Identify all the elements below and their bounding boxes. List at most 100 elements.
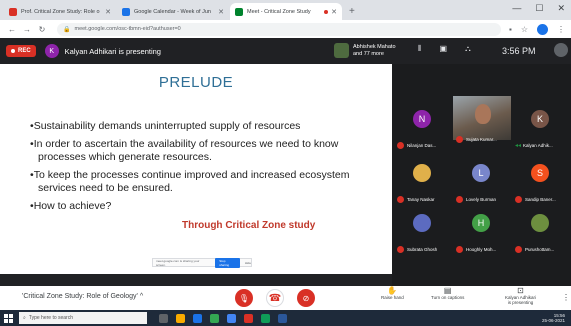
muted-mic-icon [397, 142, 404, 149]
presenting-label-2: is presenting [507, 300, 534, 305]
stage-background [0, 274, 392, 286]
file-explorer-icon[interactable] [176, 313, 185, 323]
address-bar-row: ← → ↻ 🔒 meet.google.com/osc-tbmn-eid?aut… [0, 20, 571, 38]
camera-off-button[interactable]: ⊘ [297, 289, 315, 307]
meeting-controls-bar: 'Critical Zone Study: Role of Geology' ^… [0, 286, 571, 310]
camera-indicator-icon[interactable]: ▪ [509, 25, 512, 34]
chrome-icon[interactable] [227, 313, 236, 323]
hand-icon: ✋ [387, 286, 398, 295]
participant-tile[interactable]: S Sandip Baner... [512, 156, 570, 206]
participant-avatar: S [531, 164, 549, 182]
minimize-button[interactable]: — [512, 3, 521, 14]
participant-tile-video[interactable]: Sujata Kumar... [453, 96, 511, 146]
people-icon[interactable]: ⛬ [465, 44, 471, 54]
windows-taskbar: ⌕ Type here to search 15:56 25-06-2021 [0, 310, 571, 326]
screen-share-notice: meet.google.com is sharing your screen. … [152, 257, 252, 268]
mic-off-button[interactable]: 🎙 [235, 289, 253, 307]
presenting-button[interactable]: ⊡ Kalyan Adhikari is presenting [505, 286, 536, 306]
lock-icon: 🔒 [63, 26, 71, 33]
share-notice-text: meet.google.com is sharing your screen. [156, 258, 200, 267]
close-tab-icon[interactable]: ✕ [331, 8, 337, 16]
muted-mic-icon [397, 246, 404, 253]
store-icon[interactable] [210, 313, 219, 323]
url-input[interactable]: 🔒 meet.google.com/osc-tbmn-eid?authuser=… [57, 22, 501, 36]
browser-tab-active[interactable]: Meet - Critical Zone Study ✕ [230, 3, 342, 20]
participant-tile[interactable]: Subrata Ghosh [394, 206, 452, 256]
participant-name: Kalyan Adhik... [523, 143, 553, 148]
muted-mic-icon [397, 196, 404, 203]
windows-start-icon[interactable] [4, 313, 13, 323]
reload-icon[interactable]: ↻ [36, 25, 48, 34]
present-icon: ⊡ [517, 286, 524, 295]
participant-tile[interactable]: L Lovely Burman [453, 156, 511, 206]
browser-tab[interactable]: Prof. Critical Zone Study: Role o ✕ [4, 3, 116, 20]
powerpoint-icon[interactable] [244, 313, 253, 323]
pin-icon[interactable]: ▣ [440, 44, 448, 54]
participants-summary[interactable]: Abhishek Mahato and 77 more [334, 43, 396, 58]
participant-tile[interactable]: K ◂◂ Kalyan Adhik... [512, 102, 570, 152]
hide-notice-button[interactable]: Hide [245, 261, 251, 265]
captions-button[interactable]: ▤ Turn on captions [431, 286, 465, 300]
edge-icon[interactable] [193, 313, 202, 323]
participant-avatar: H [472, 214, 490, 232]
system-tray-clock[interactable]: 15:56 25-06-2021 [542, 313, 565, 323]
participant-name: Purushottam... [525, 247, 555, 252]
meeting-details-button[interactable]: 'Critical Zone Study: Role of Geology' ^ [22, 293, 143, 300]
self-avatar[interactable] [554, 43, 568, 57]
presenting-status: Kalyan Adhikari is presenting [64, 46, 161, 56]
more-options-button[interactable]: ⋮ [562, 293, 570, 302]
participant-tile[interactable]: N Nilanjan Das... [394, 102, 452, 152]
new-tab-button[interactable]: + [349, 6, 355, 17]
excel-icon[interactable] [261, 313, 270, 323]
muted-mic-icon [456, 196, 463, 203]
browser-tab[interactable]: Google Calendar - Week of Jun ✕ [117, 3, 229, 20]
captions-icon: ▤ [443, 286, 452, 295]
maximize-button[interactable]: ☐ [535, 3, 543, 14]
stop-sharing-button[interactable]: Stop sharing [215, 257, 240, 268]
menu-icon[interactable]: ⋮ [557, 25, 565, 34]
audio-indicator-icon[interactable]: ⦀ [418, 44, 422, 54]
muted-mic-icon [456, 136, 463, 143]
word-icon[interactable] [278, 313, 287, 323]
back-icon[interactable]: ← [6, 25, 18, 34]
presenter-avatar: K [44, 44, 59, 58]
muted-mic-icon [515, 246, 522, 253]
rec-label: REC [18, 48, 31, 54]
participant-tile[interactable]: Purushottam... [512, 206, 570, 256]
participant-tile[interactable]: H Hooghly Moh... [453, 206, 511, 256]
star-icon[interactable]: ☆ [521, 25, 528, 34]
participant-name: Tanay Naskar [407, 197, 435, 202]
participant-name: Lovely Burman [466, 197, 497, 202]
tab-favicon-icon [122, 7, 130, 16]
slide-bullet: How to achieve? [30, 200, 380, 213]
slide-bullet: Sustainability demands uninterrupted sup… [30, 120, 380, 133]
close-window-button[interactable]: ✕ [557, 3, 565, 14]
participants-line1: Abhishek Mahato [353, 43, 396, 50]
forward-icon[interactable]: → [21, 25, 33, 34]
participant-photo-avatar [531, 214, 549, 232]
participant-avatar: K [531, 110, 549, 128]
hang-up-button[interactable]: ☎ [266, 289, 284, 307]
participant-name: Sandip Baner... [525, 197, 556, 202]
participants-line2: and 77 more [353, 50, 384, 57]
close-tab-icon[interactable]: ✕ [105, 8, 111, 16]
chevron-up-icon: ^ [139, 293, 144, 300]
record-dot-icon [11, 49, 15, 53]
participant-tile[interactable]: Tanay Naskar [394, 156, 452, 206]
taskbar-search-input[interactable]: ⌕ Type here to search [19, 312, 147, 324]
muted-mic-icon [515, 196, 522, 203]
participant-photo-avatar [413, 214, 431, 232]
participant-name: Sujata Kumar... [466, 137, 497, 142]
captions-label: Turn on captions [431, 294, 465, 300]
slide-bullet-list: Sustainability demands uninterrupted sup… [30, 120, 380, 218]
profile-avatar[interactable] [537, 23, 548, 35]
browser-tab-strip: Prof. Critical Zone Study: Role o ✕ Goog… [0, 0, 571, 20]
search-icon: ⌕ [23, 315, 26, 321]
task-view-icon[interactable] [159, 313, 168, 323]
hang-up-icon: ☎ [268, 292, 282, 304]
raise-hand-button[interactable]: ✋ Raise hand [381, 286, 404, 300]
muted-mic-icon [456, 246, 463, 253]
camera-off-icon: ⊘ [302, 293, 310, 303]
mic-off-icon: 🎙 [238, 293, 250, 303]
close-tab-icon[interactable]: ✕ [218, 8, 224, 16]
